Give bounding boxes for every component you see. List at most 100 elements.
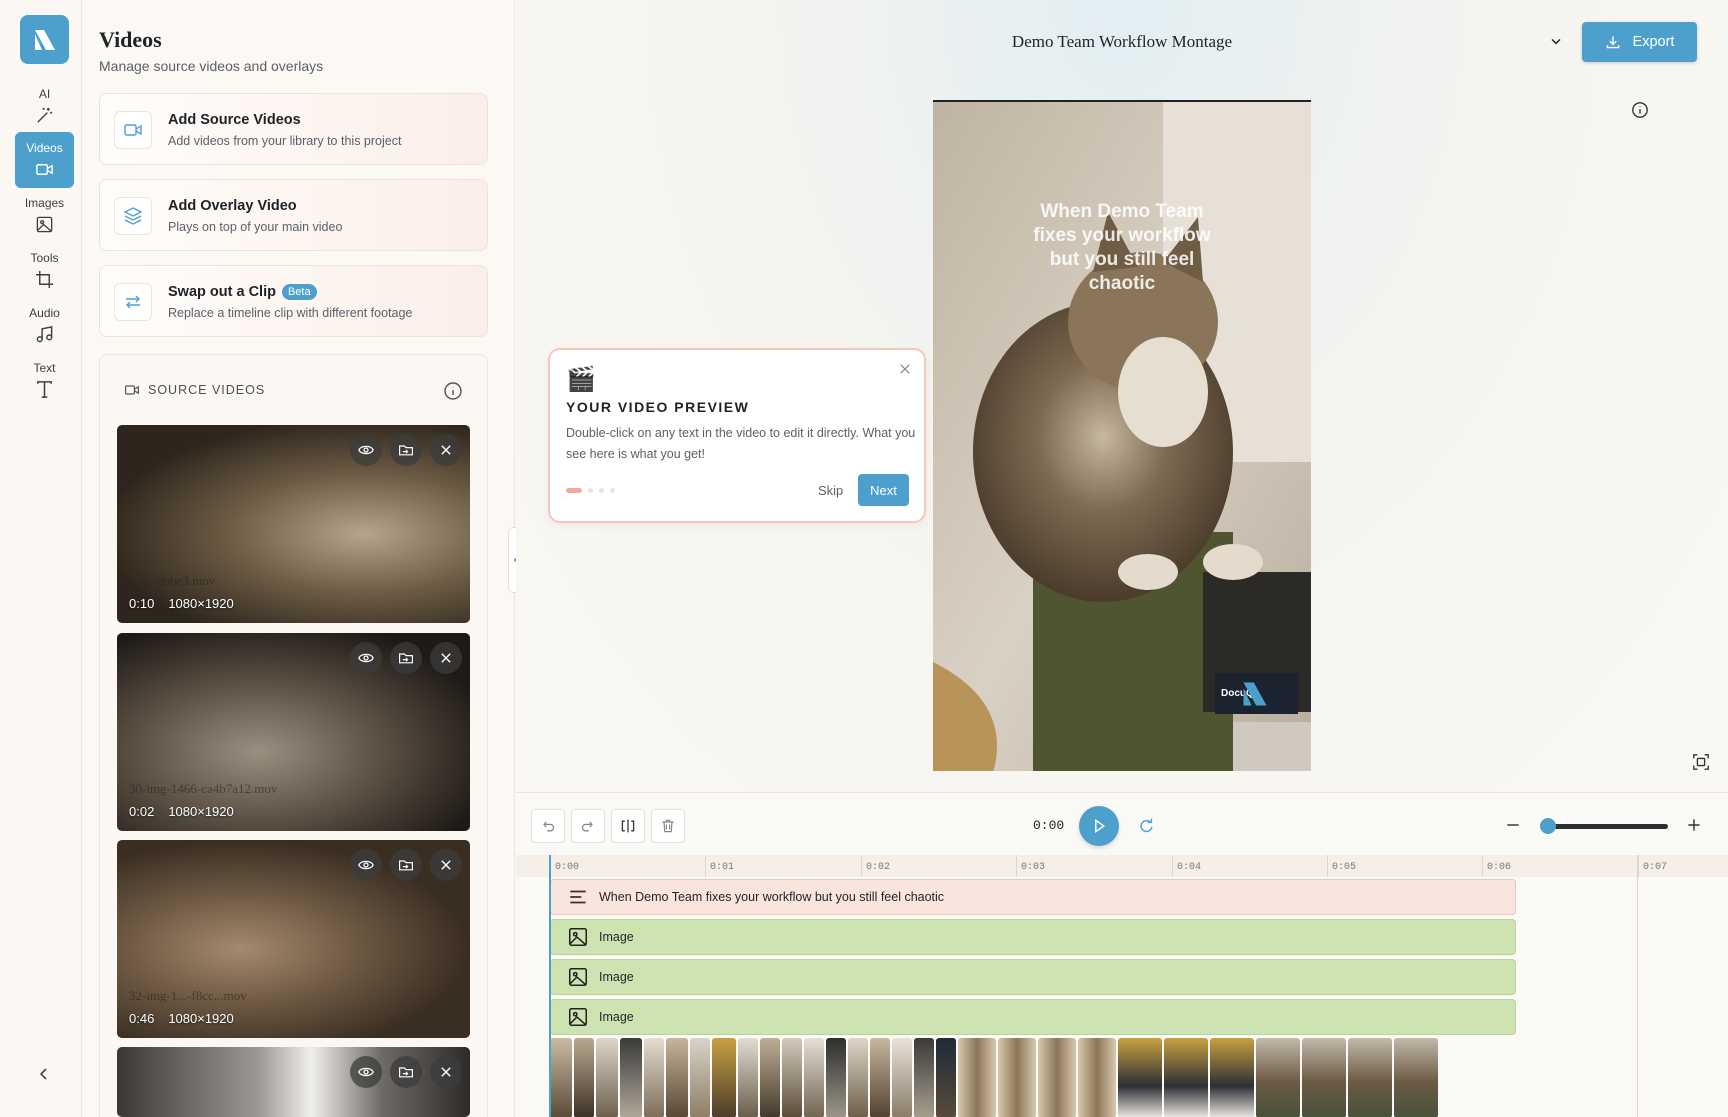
source-videos-header: SOURCE VIDEOS [124, 382, 265, 398]
magic-wand-icon [37, 107, 53, 123]
filmstrip-frame [574, 1038, 594, 1117]
play-icon [1095, 819, 1106, 833]
preview-eye-icon[interactable] [350, 642, 382, 674]
next-button[interactable]: Next [858, 474, 909, 506]
rail-item-text[interactable]: Text [15, 352, 74, 408]
zoom-slider-handle[interactable] [1540, 818, 1556, 834]
add-source-videos-button[interactable]: Add Source Videos Add videos from your l… [99, 93, 488, 165]
rail-item-images[interactable]: Images [15, 187, 74, 243]
zoom-out-icon[interactable] [1505, 817, 1521, 833]
undo-button[interactable] [531, 809, 565, 843]
info-icon[interactable] [443, 381, 463, 401]
source-video-item[interactable] [117, 1047, 470, 1117]
close-icon[interactable] [898, 362, 912, 376]
move-to-folder-icon[interactable] [390, 434, 422, 466]
filmstrip-frame [848, 1038, 868, 1117]
preview-eye-icon[interactable] [350, 434, 382, 466]
timeline-ruler[interactable]: 0:00 0:01 0:02 0:03 0:04 0:05 0:06 0:07 [516, 855, 1728, 877]
filmstrip-frame [782, 1038, 802, 1117]
video-duration: 0:02 [129, 804, 155, 819]
play-button[interactable] [1079, 806, 1119, 846]
export-button[interactable]: Export [1582, 22, 1697, 62]
source-video-item[interactable]: 32-img-1...-f8cc...mov 0:46 1080×1920 [117, 840, 470, 1038]
preview-eye-icon[interactable] [350, 1056, 382, 1088]
video-filename: 32-img-1...-f8cc...mov [129, 988, 247, 1003]
move-to-folder-icon[interactable] [390, 642, 422, 674]
image-track-clip[interactable]: Image [550, 959, 1516, 995]
rail-item-videos[interactable]: Videos [15, 132, 74, 188]
image-track-clip[interactable]: Image [550, 919, 1516, 955]
track-label: When Demo Team fixes your workflow but y… [599, 890, 945, 904]
video-camera-icon [114, 111, 152, 149]
remove-video-icon[interactable] [430, 642, 462, 674]
split-clip-button[interactable] [611, 809, 645, 843]
action-title: Add Source Videos [168, 112, 301, 128]
playhead[interactable] [549, 855, 551, 1117]
zoom-slider-track[interactable] [1545, 824, 1668, 829]
rail-label-images: Images [24, 196, 65, 210]
project-title[interactable]: Demo Team Workflow Montage [516, 32, 1728, 52]
trash-icon [662, 819, 674, 833]
delete-clip-button[interactable] [651, 809, 685, 843]
skip-button[interactable]: Skip [818, 483, 843, 498]
rail-item-tools[interactable]: Tools [15, 242, 74, 298]
zoom-in-icon[interactable] [1686, 817, 1702, 833]
filmstrip-frame [1210, 1038, 1254, 1117]
video-filename: ...-...-9bbe3.mov [129, 573, 216, 588]
image-icon [36, 216, 53, 233]
step-dot [599, 488, 604, 493]
info-icon[interactable] [1631, 101, 1649, 119]
action-title: Add Overlay Video [168, 198, 297, 214]
filmstrip-frame [826, 1038, 846, 1117]
rail-item-ai[interactable]: AI [15, 78, 74, 134]
video-preview[interactable]: When Demo Team fixes your workflow but y… [933, 100, 1311, 771]
source-video-item[interactable]: 30-img-1466-ca4b7a12.mov 0:02 1080×1920 [117, 633, 470, 831]
timeline: 0:00 0:00 0:01 0:02 0:03 0:04 0:05 0:06 … [516, 792, 1728, 1117]
fullscreen-icon[interactable] [1692, 753, 1710, 771]
move-to-folder-icon[interactable] [390, 849, 422, 881]
preview-eye-icon[interactable] [350, 849, 382, 881]
filmstrip-frame [760, 1038, 780, 1117]
action-title: Swap out a Clip [168, 284, 276, 300]
video-camera-icon [125, 385, 139, 395]
chevron-down-icon[interactable] [1548, 33, 1564, 49]
filmstrip-frame [712, 1038, 736, 1117]
loop-icon[interactable] [1137, 817, 1155, 835]
app-logo[interactable] [20, 15, 69, 64]
move-to-folder-icon[interactable] [390, 1056, 422, 1088]
filmstrip-frame [998, 1038, 1036, 1117]
collapse-left-icon[interactable] [34, 1064, 54, 1084]
current-time: 0:00 [1033, 818, 1065, 833]
download-icon [1606, 36, 1619, 49]
text-track-clip[interactable]: When Demo Team fixes your workflow but y… [550, 879, 1516, 915]
ruler-tick: 0:03 [1016, 855, 1045, 877]
filmstrip-frame [620, 1038, 642, 1117]
source-videos-section: SOURCE VIDEOS ...-...-9bbe3.mov 0:10 1080… [99, 354, 488, 1117]
videos-panel: Videos Manage source videos and overlays… [83, 0, 515, 1117]
image-icon [568, 927, 588, 947]
rail-item-audio[interactable]: Audio [15, 297, 74, 353]
redo-icon [581, 821, 593, 832]
rail-label-videos: Videos [26, 141, 63, 155]
source-video-item[interactable]: ...-...-9bbe3.mov 0:10 1080×1920 [117, 425, 470, 623]
image-track-clip[interactable]: Image [550, 999, 1516, 1035]
redo-button[interactable] [571, 809, 605, 843]
video-filmstrip-track[interactable] [550, 1038, 1516, 1117]
filmstrip-frame [804, 1038, 824, 1117]
watermark-logo: DocuQ [1215, 673, 1298, 714]
ruler-tick: 0:01 [705, 855, 734, 877]
remove-video-icon[interactable] [430, 849, 462, 881]
remove-video-icon[interactable] [430, 434, 462, 466]
rail-label-audio: Audio [29, 306, 60, 320]
remove-video-icon[interactable] [430, 1056, 462, 1088]
export-label: Export [1632, 34, 1675, 50]
filmstrip-frame [690, 1038, 710, 1117]
action-subtitle: Replace a timeline clip with different f… [168, 306, 413, 320]
onboarding-tooltip: 🎬 YOUR VIDEO PREVIEW Double-click on any… [548, 348, 926, 523]
video-camera-icon [36, 164, 53, 175]
text-icon [37, 381, 52, 398]
video-caption-text[interactable]: When Demo Team fixes your workflow but y… [933, 200, 1311, 296]
swap-clip-button[interactable]: Swap out a Clip Beta Replace a timeline … [99, 265, 488, 337]
add-overlay-video-button[interactable]: Add Overlay Video Plays on top of your m… [99, 179, 488, 251]
crop-icon [35, 270, 54, 289]
